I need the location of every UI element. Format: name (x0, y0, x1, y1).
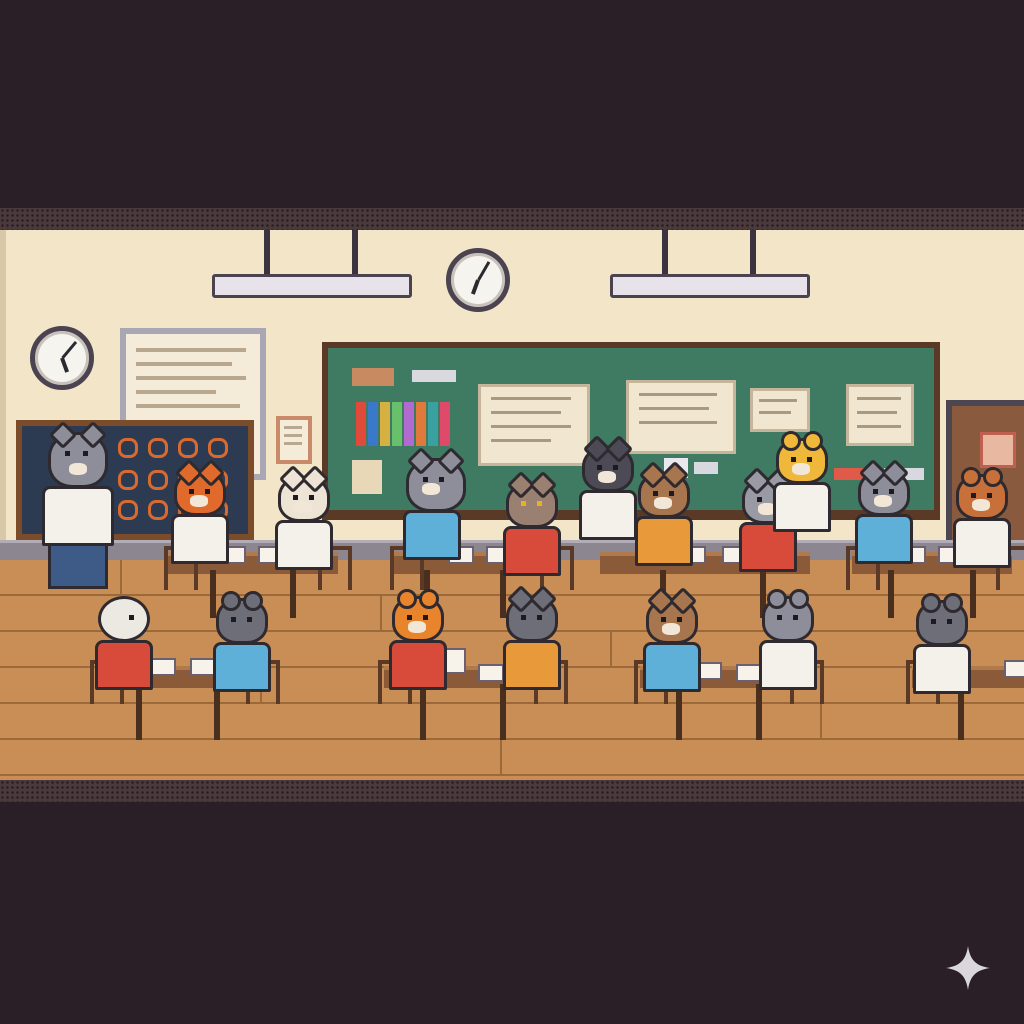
student-brown-puppy (640, 586, 701, 692)
student-cat (272, 464, 333, 570)
scene-border-top (0, 208, 1024, 230)
teacher-wolf (36, 420, 116, 589)
student-gray-dog (400, 446, 466, 560)
recycle-icon (980, 432, 1016, 468)
student-orange-bear (386, 584, 447, 690)
student-gray-bear (210, 586, 271, 692)
student-husky (576, 434, 637, 540)
ceiling-lamp-right (610, 274, 810, 298)
student-sheep (92, 596, 153, 690)
lamp-rod (264, 230, 270, 274)
student-owl (500, 470, 561, 576)
student-koala (910, 588, 971, 694)
ceiling-lamp-left (212, 274, 412, 298)
student-gray-mouse (756, 584, 817, 690)
lamp-rod (352, 230, 358, 274)
student-gray-puppy (500, 584, 561, 690)
lamp-rod (662, 230, 668, 274)
sparkle-icon (946, 946, 990, 990)
wall-clock-center-icon (446, 248, 510, 312)
wall-clock-left-icon (30, 326, 94, 390)
student-yellow-bear (770, 426, 831, 532)
student-fox (168, 458, 229, 564)
small-notice (276, 416, 312, 464)
classroom-scene (0, 208, 1024, 802)
scene-border-bottom (0, 780, 1024, 802)
student-wolf (852, 458, 913, 564)
student-brown-dog (632, 460, 693, 566)
student-bear (950, 462, 1011, 568)
lamp-rod (750, 230, 756, 274)
